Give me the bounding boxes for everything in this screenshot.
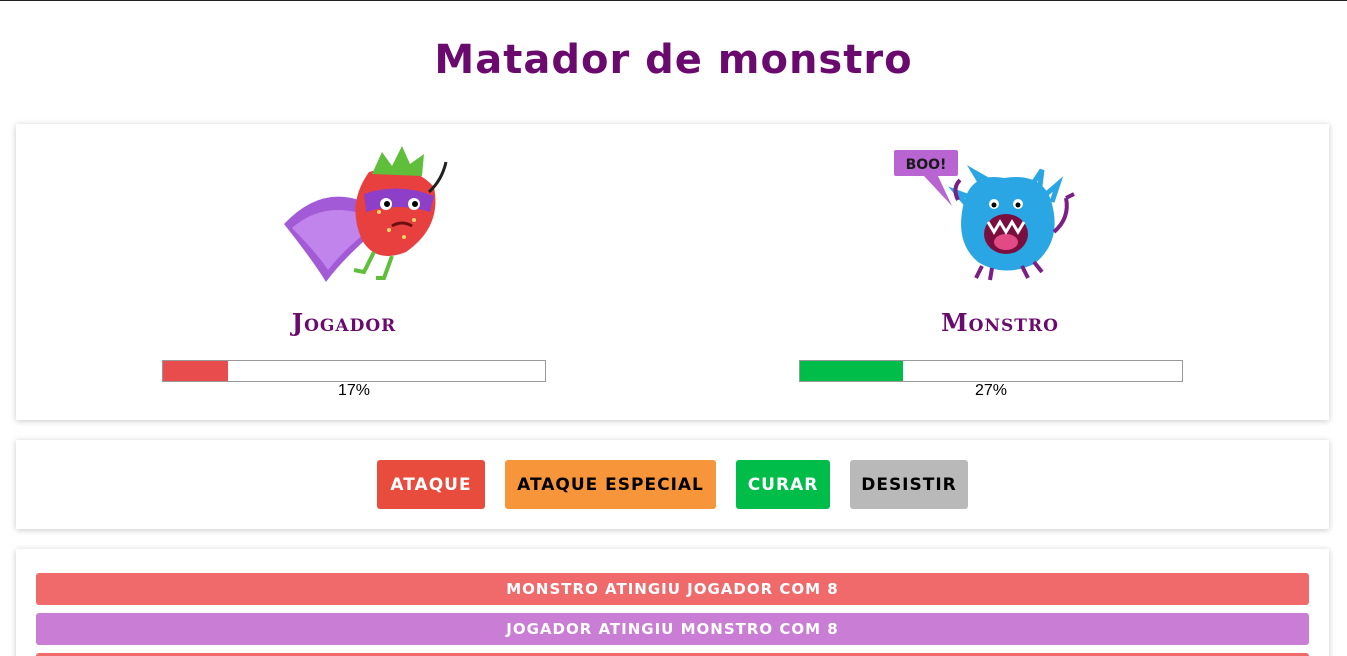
player-panel: Jogador 17% [16, 124, 672, 420]
monster-health-fill [800, 361, 904, 381]
strawberry-superhero-icon [284, 146, 448, 282]
give-up-button[interactable]: DESISTIR [850, 460, 968, 509]
player-health-percent: 17% [337, 382, 371, 399]
player-health-fill [163, 361, 228, 381]
log-entry: MONSTRO ATINGIU JOGADOR COM 8 [36, 573, 1309, 605]
monster-health-percent: 27% [974, 382, 1008, 399]
log-entry: JOGADOR ATINGIU MONSTRO COM 8 [36, 613, 1309, 645]
monster-health-bar [799, 360, 1183, 382]
controls-panel: ATAQUE ATAQUE ESPECIAL CURAR DESISTIR [16, 440, 1329, 529]
speech-text: BOO! [906, 157, 947, 173]
battle-log: MONSTRO ATINGIU JOGADOR COM 8 JOGADOR AT… [16, 549, 1329, 656]
page-title: Matador de monstro [434, 37, 913, 83]
heal-button[interactable]: CURAR [736, 460, 830, 509]
monster-name: Monstro [941, 308, 1059, 337]
player-health-bar [162, 360, 546, 382]
special-attack-button[interactable]: ATAQUE ESPECIAL [505, 460, 716, 509]
player-name: Jogador [291, 308, 397, 337]
battle-panel: Jogador 17% BOO! Monstro 27% [16, 124, 1329, 420]
attack-button[interactable]: ATAQUE [377, 460, 485, 509]
blue-monster-icon: BOO! [894, 150, 1075, 281]
monster-panel: BOO! Monstro 27% [672, 124, 1328, 420]
